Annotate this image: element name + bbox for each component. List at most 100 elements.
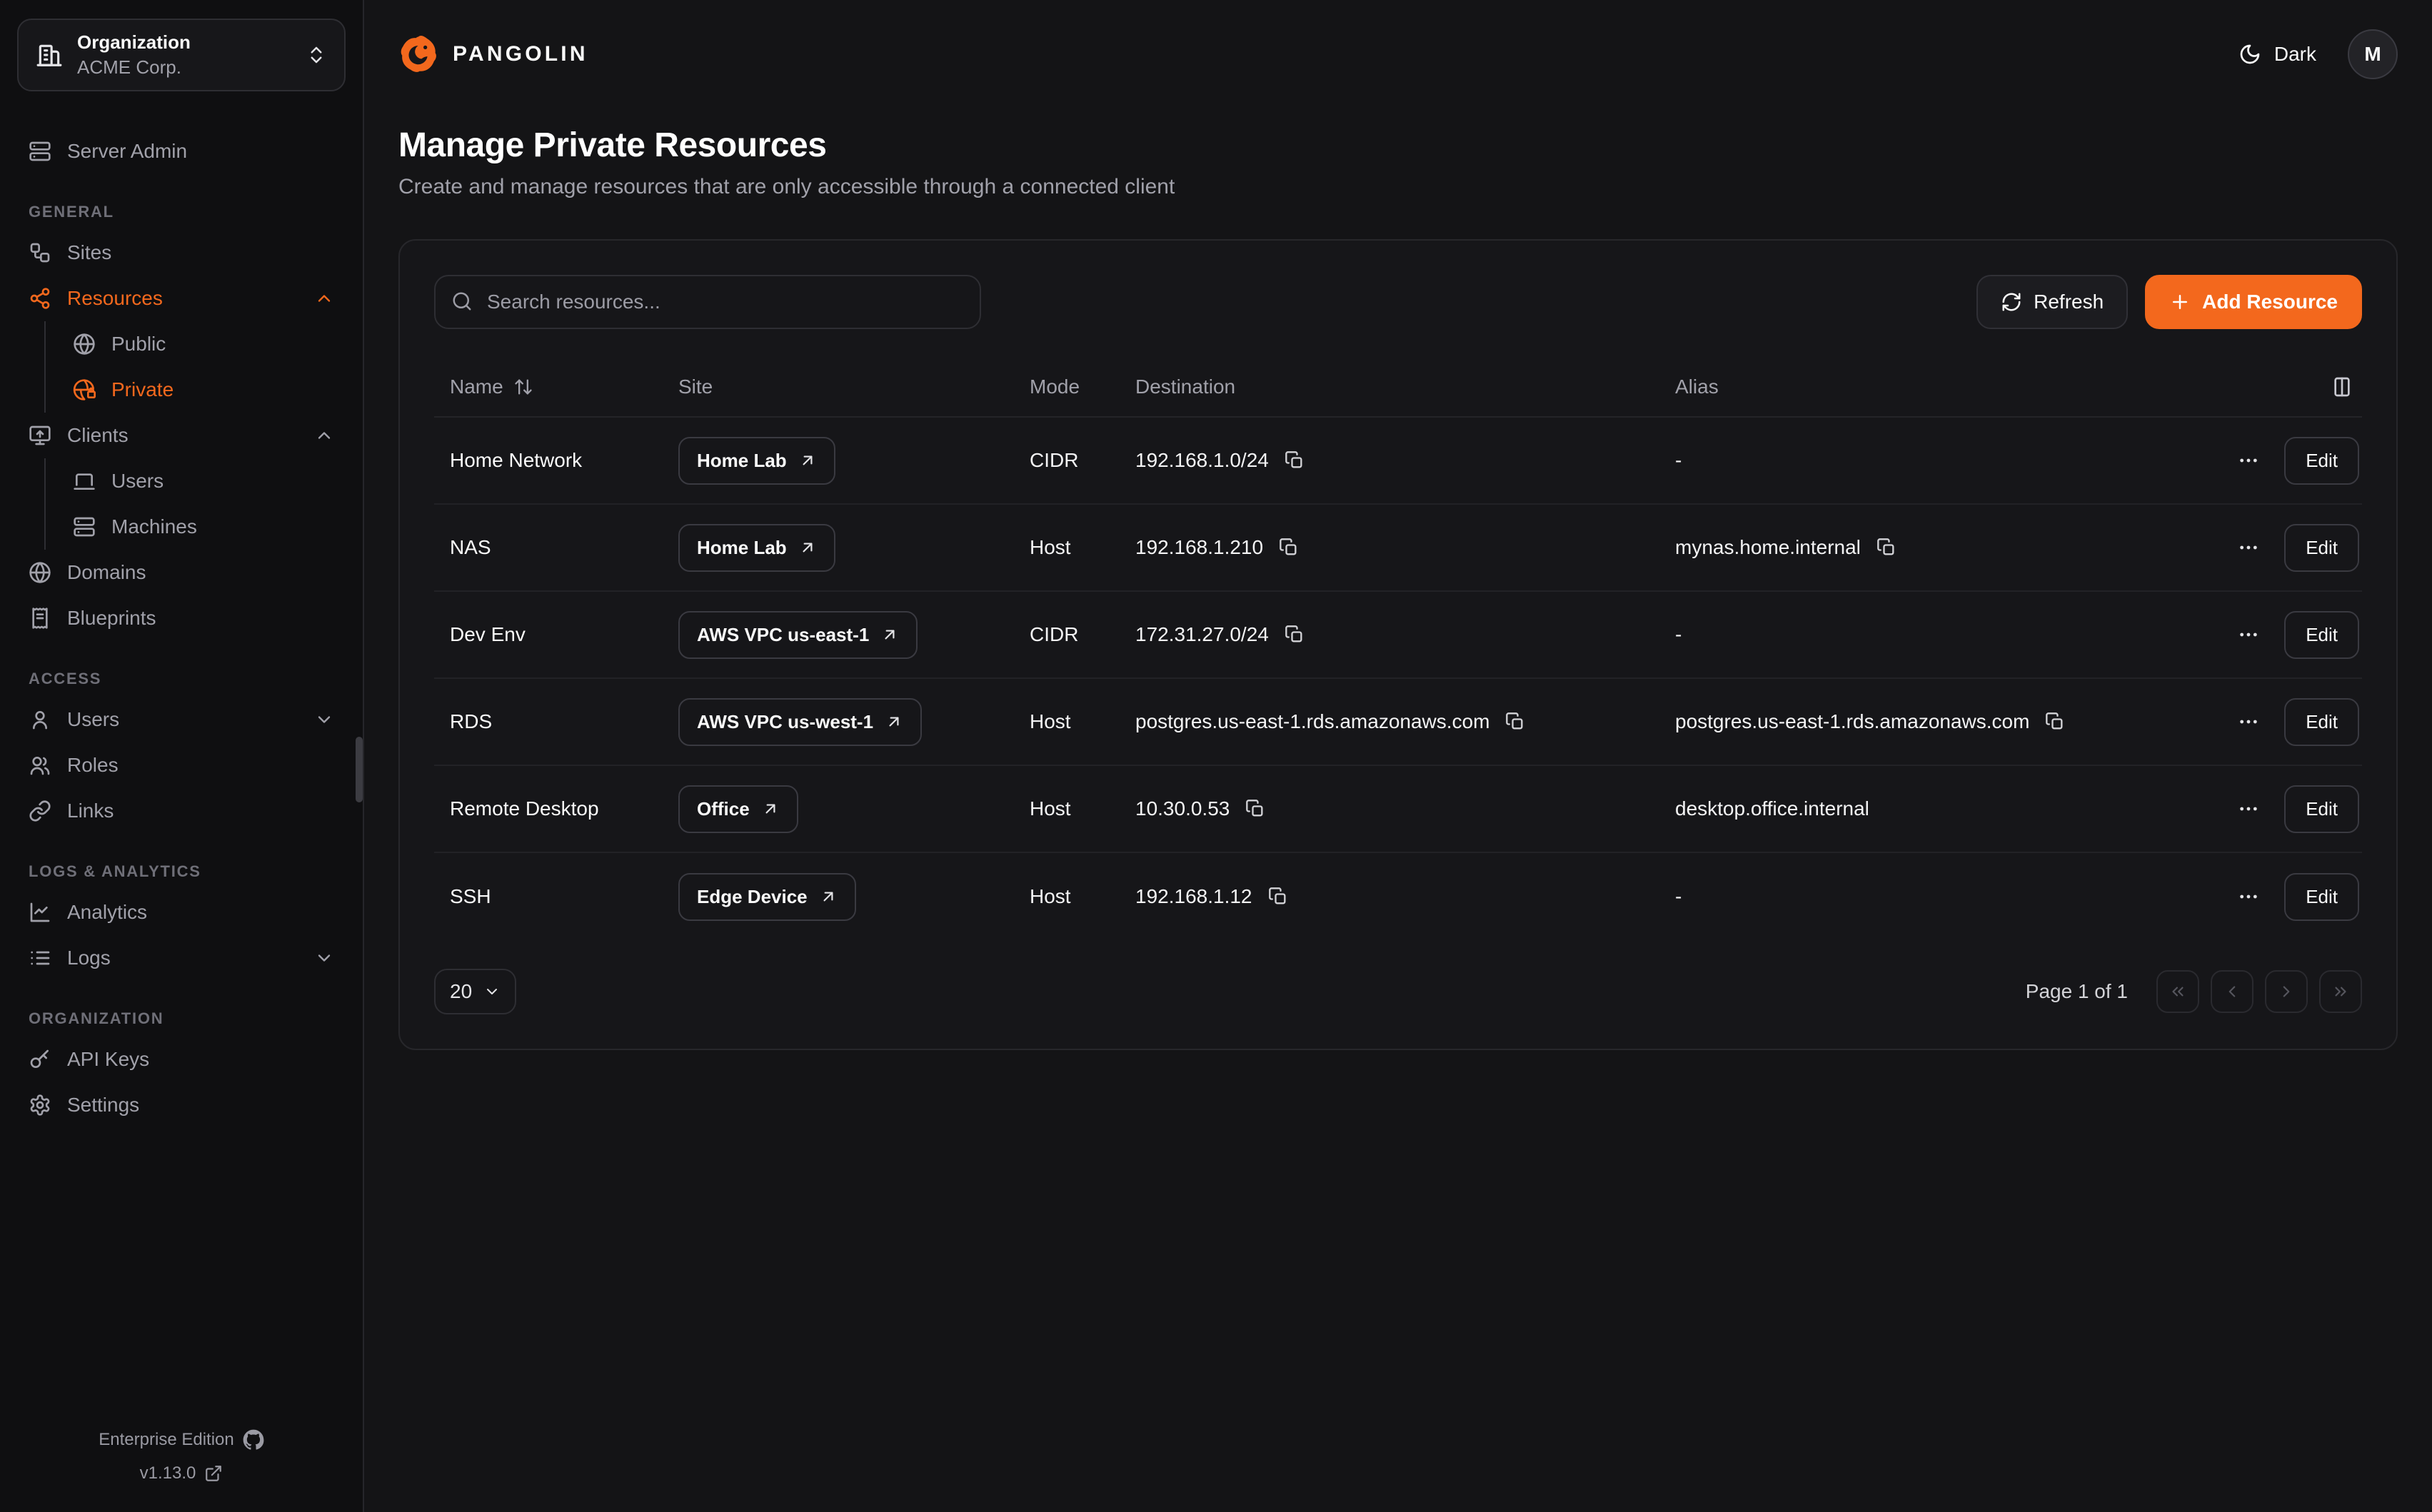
site-link-button[interactable]: Home Lab xyxy=(678,437,835,485)
version-link[interactable]: v1.13.0 xyxy=(17,1463,346,1483)
first-page-button[interactable] xyxy=(2156,970,2199,1013)
org-switcher[interactable]: Organization ACME Corp. xyxy=(17,19,346,91)
site-link-button[interactable]: Home Lab xyxy=(678,524,835,572)
monitor-up-icon xyxy=(29,424,51,447)
main-content: PANGOLIN Dark M Manage Private Resources… xyxy=(364,0,2432,1512)
row-menu-button[interactable] xyxy=(2234,707,2263,736)
sidebar-item-label: Users xyxy=(67,708,298,731)
chevrons-right-icon xyxy=(2331,982,2350,1001)
arrow-up-right-icon xyxy=(885,712,903,731)
alias-copy-button[interactable] xyxy=(2042,709,2068,735)
avatar-initial: M xyxy=(2364,43,2381,66)
destination-copy-button[interactable] xyxy=(1276,535,1302,560)
brand-name: PANGOLIN xyxy=(453,42,588,66)
share-nodes-icon xyxy=(29,287,51,310)
sidebar-item-server-admin[interactable]: Server Admin xyxy=(17,128,346,174)
copy-icon xyxy=(1285,625,1305,645)
edit-button[interactable]: Edit xyxy=(2284,611,2359,659)
last-page-button[interactable] xyxy=(2319,970,2362,1013)
edition-link[interactable]: Enterprise Edition xyxy=(17,1429,346,1451)
search-input[interactable] xyxy=(434,275,981,329)
column-header-name[interactable]: Name xyxy=(434,376,663,398)
row-menu-button[interactable] xyxy=(2234,795,2263,823)
sidebar-item-roles[interactable]: Roles xyxy=(17,742,346,788)
row-menu-button[interactable] xyxy=(2234,533,2263,562)
destination-copy-button[interactable] xyxy=(1282,448,1307,473)
theme-toggle[interactable]: Dark xyxy=(2238,43,2316,66)
edit-button[interactable]: Edit xyxy=(2284,524,2359,572)
chevron-down-icon xyxy=(314,948,334,968)
sidebar-item-domains[interactable]: Domains xyxy=(17,550,346,595)
sidebar-item-sites[interactable]: Sites xyxy=(17,230,346,276)
moon-icon xyxy=(2238,43,2261,66)
alias-copy-button[interactable] xyxy=(1874,535,1899,560)
sidebar-item-blueprints[interactable]: Blueprints xyxy=(17,595,346,641)
destination-copy-button[interactable] xyxy=(1242,796,1268,822)
sidebar-item-analytics[interactable]: Analytics xyxy=(17,889,346,935)
sidebar-item-private[interactable]: Private xyxy=(61,367,346,413)
sidebar-item-api-keys[interactable]: API Keys xyxy=(17,1037,346,1082)
sidebar-item-label: Clients xyxy=(67,424,298,447)
resource-destination: 172.31.27.0/24 xyxy=(1135,623,1269,646)
edit-button[interactable]: Edit xyxy=(2284,437,2359,485)
page-size-select[interactable]: 20 xyxy=(434,969,516,1014)
sidebar-item-label: Machines xyxy=(111,515,334,538)
pagination-buttons xyxy=(2156,970,2362,1013)
page-header: Manage Private Resources Create and mana… xyxy=(398,126,2398,199)
theme-label: Dark xyxy=(2274,43,2316,66)
column-settings-button[interactable] xyxy=(2331,376,2353,398)
row-menu-button[interactable] xyxy=(2234,882,2263,911)
add-resource-button[interactable]: Add Resource xyxy=(2145,275,2362,329)
resource-mode: Host xyxy=(1014,885,1120,908)
site-link-button[interactable]: Edge Device xyxy=(678,873,856,921)
sidebar-item-logs[interactable]: Logs xyxy=(17,935,346,981)
sidebar-item-resources[interactable]: Resources xyxy=(17,276,346,321)
sidebar-scrollbar-thumb[interactable] xyxy=(356,737,363,802)
chart-line-icon xyxy=(29,901,51,924)
sidebar-item-label: Resources xyxy=(67,287,298,310)
destination-copy-button[interactable] xyxy=(1282,622,1307,647)
site-name: AWS VPC us-east-1 xyxy=(697,624,869,646)
sidebar-item-links[interactable]: Links xyxy=(17,788,346,834)
refresh-button[interactable]: Refresh xyxy=(1976,275,2128,329)
site-name: Home Lab xyxy=(697,450,787,472)
columns-icon xyxy=(2331,376,2353,398)
sidebar-item-label: Domains xyxy=(67,561,334,584)
workflow-icon xyxy=(29,241,51,264)
site-link-button[interactable]: Office xyxy=(678,785,798,833)
edit-button[interactable]: Edit xyxy=(2284,698,2359,746)
resource-name: NAS xyxy=(434,536,663,559)
user-icon xyxy=(29,708,51,731)
sidebar-item-settings[interactable]: Settings xyxy=(17,1082,346,1128)
sidebar-item-label: Public xyxy=(111,333,334,356)
destination-copy-button[interactable] xyxy=(1502,709,1528,735)
column-header-site: Site xyxy=(663,376,1014,398)
site-link-button[interactable]: AWS VPC us-east-1 xyxy=(678,611,918,659)
sidebar-item-public[interactable]: Public xyxy=(61,321,346,367)
section-heading-organization: ORGANIZATION xyxy=(29,1009,334,1028)
destination-copy-button[interactable] xyxy=(1265,884,1291,909)
sidebar-item-machines[interactable]: Machines xyxy=(61,504,346,550)
edit-button[interactable]: Edit xyxy=(2284,873,2359,921)
table-body: Home Network Home Lab CIDR 192.168.1.0/2… xyxy=(434,418,2362,940)
sidebar-item-clients[interactable]: Clients xyxy=(17,413,346,458)
chevron-up-icon xyxy=(314,425,334,445)
row-menu-button[interactable] xyxy=(2234,620,2263,649)
resource-destination: postgres.us-east-1.rds.amazonaws.com xyxy=(1135,710,1489,733)
resource-name: RDS xyxy=(434,710,663,733)
next-page-button[interactable] xyxy=(2265,970,2308,1013)
page-title: Manage Private Resources xyxy=(398,126,2398,165)
previous-page-button[interactable] xyxy=(2211,970,2253,1013)
sidebar-item-client-users[interactable]: Users xyxy=(61,458,346,504)
edit-button[interactable]: Edit xyxy=(2284,785,2359,833)
edition-label: Enterprise Edition xyxy=(99,1430,233,1450)
sidebar-item-users[interactable]: Users xyxy=(17,697,346,742)
arrow-up-right-icon xyxy=(819,887,838,906)
row-menu-button[interactable] xyxy=(2234,446,2263,475)
table-row: Dev Env AWS VPC us-east-1 CIDR 172.31.27… xyxy=(434,592,2362,679)
table-row: SSH Edge Device Host 192.168.1.12 - Edit xyxy=(434,853,2362,940)
avatar[interactable]: M xyxy=(2348,29,2398,79)
chevrons-left-icon xyxy=(2169,982,2187,1001)
chevron-down-icon xyxy=(314,710,334,730)
site-link-button[interactable]: AWS VPC us-west-1 xyxy=(678,698,922,746)
